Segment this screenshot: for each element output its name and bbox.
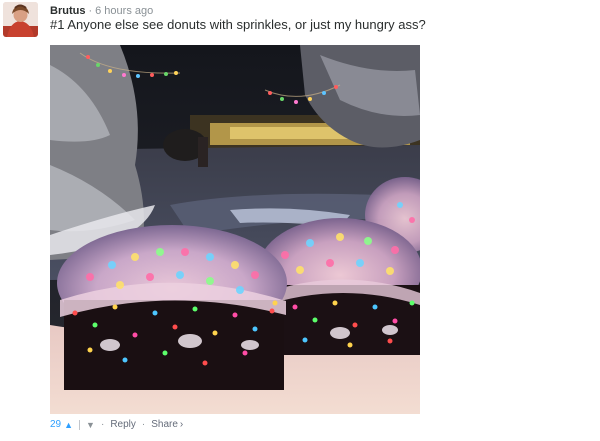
comment-text: #1 Anyone else see donuts with sprinkles… xyxy=(50,17,426,32)
chevron-right-icon[interactable]: › xyxy=(180,418,183,432)
author-name[interactable]: Brutus xyxy=(50,5,85,17)
christmas-lights-photo xyxy=(50,45,420,414)
vote-divider xyxy=(79,420,81,430)
comment-timestamp[interactable]: 6 hours ago xyxy=(95,5,153,17)
share-link[interactable]: Share xyxy=(151,418,178,432)
reply-link[interactable]: Reply xyxy=(110,418,136,432)
comment-meta: Brutus · 6 hours ago xyxy=(50,4,153,18)
meta-separator: · xyxy=(88,5,93,17)
vote-count[interactable]: 29 xyxy=(50,418,61,432)
comment-photo[interactable] xyxy=(50,45,420,414)
avatar-image xyxy=(3,2,38,37)
avatar[interactable] xyxy=(3,2,38,37)
down-caret-icon[interactable]: ▼ xyxy=(86,418,95,432)
up-caret-icon[interactable]: ▲ xyxy=(64,418,73,432)
comment-footer: 29 ▲ ▼ · Reply · Share › xyxy=(50,418,183,432)
footer-separator: · xyxy=(100,419,105,430)
footer-separator-2: · xyxy=(141,419,146,430)
